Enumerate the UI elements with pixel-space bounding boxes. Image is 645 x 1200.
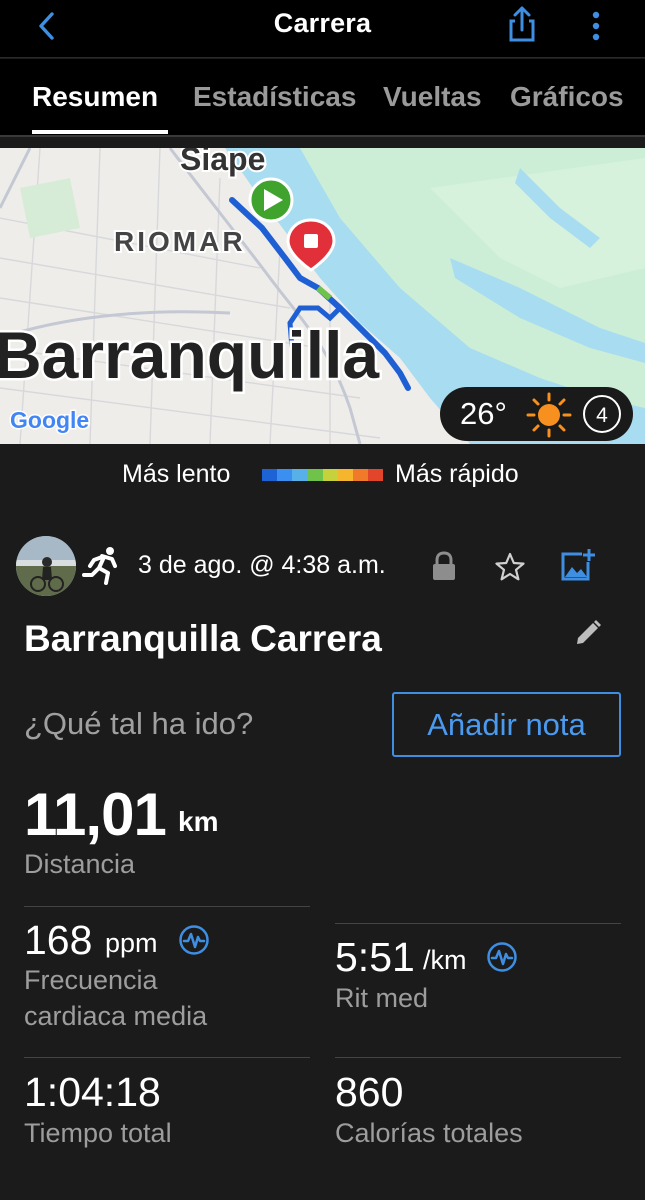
pace-color-bar — [262, 469, 383, 481]
star-icon[interactable] — [494, 552, 526, 582]
tab-resumen[interactable]: Resumen — [32, 81, 158, 113]
pencil-icon[interactable] — [573, 618, 603, 648]
map-label-neighborhood: RIOMAR — [114, 226, 246, 257]
divider — [335, 923, 621, 924]
tab-vueltas[interactable]: Vueltas — [383, 81, 482, 113]
total-time-label: Tiempo total — [24, 1118, 172, 1148]
activity-name: Barranquilla Carrera — [24, 618, 382, 659]
avg-pace-unit: /km — [423, 945, 467, 975]
google-logo: Google — [10, 407, 89, 433]
divider — [335, 1057, 621, 1058]
add-note-button[interactable]: Añadir nota — [392, 692, 621, 757]
divider — [24, 1057, 310, 1058]
share-icon[interactable] — [502, 4, 542, 44]
wind-compass-icon: 4 — [583, 395, 621, 433]
avg-hr-label-line1: Frecuencia — [24, 965, 158, 995]
tab-bar: Resumen Estadísticas Vueltas Gráficos — [0, 59, 645, 137]
weather-temperature: 26° — [460, 396, 507, 431]
avg-pace-value: 5:51 — [335, 934, 415, 980]
divider — [24, 906, 310, 907]
pace-color-swatch — [337, 469, 353, 481]
avg-pace-label: Rit med — [335, 983, 429, 1013]
active-tab-indicator — [32, 130, 168, 134]
pace-color-swatch — [277, 469, 293, 481]
pace-color-swatch — [292, 469, 308, 481]
calories-label: Calorías totales — [335, 1118, 523, 1148]
tab-graficos[interactable]: Gráficos — [510, 81, 624, 113]
avg-hr-unit: ppm — [105, 928, 158, 958]
map-label-area: Siape — [180, 148, 265, 177]
weather-badge: 26° 4 — [440, 387, 633, 441]
running-icon — [82, 547, 117, 585]
wind-speed: 4 — [596, 404, 608, 427]
avg-hr-value: 168 — [24, 917, 93, 963]
feedback-question: ¿Qué tal ha ido? — [24, 706, 254, 741]
legend-slow-label: Más lento — [122, 460, 231, 488]
pace-color-swatch — [367, 469, 383, 481]
distance-unit: km — [178, 806, 219, 837]
pace-color-swatch — [322, 469, 338, 481]
pace-color-swatch — [352, 469, 368, 481]
calories-value: 860 — [335, 1069, 404, 1115]
legend-fast-label: Más rápido — [395, 460, 519, 488]
add-photo-icon[interactable] — [560, 548, 596, 582]
lock-icon[interactable] — [430, 551, 458, 581]
total-time-value: 1:04:18 — [24, 1069, 161, 1115]
map-label-city: Barranquilla — [0, 318, 380, 392]
sun-icon — [526, 392, 572, 438]
heart-rate-icon[interactable] — [178, 924, 210, 956]
avg-hr-label-line2: cardiaca media — [24, 1001, 208, 1031]
top-bar: Carrera — [0, 0, 645, 58]
pace-color-swatch — [307, 469, 323, 481]
pace-chart-icon[interactable] — [486, 941, 518, 973]
avatar[interactable] — [16, 536, 76, 596]
pace-color-swatch — [262, 469, 278, 481]
activity-datetime: 3 de ago. @ 4:38 a.m. — [138, 551, 386, 579]
distance-label: Distancia — [24, 849, 136, 879]
page-title: Carrera — [273, 8, 372, 38]
tab-estadisticas[interactable]: Estadísticas — [193, 81, 356, 113]
more-vertical-icon[interactable] — [584, 8, 608, 44]
distance-value: 11,01 — [24, 781, 167, 848]
